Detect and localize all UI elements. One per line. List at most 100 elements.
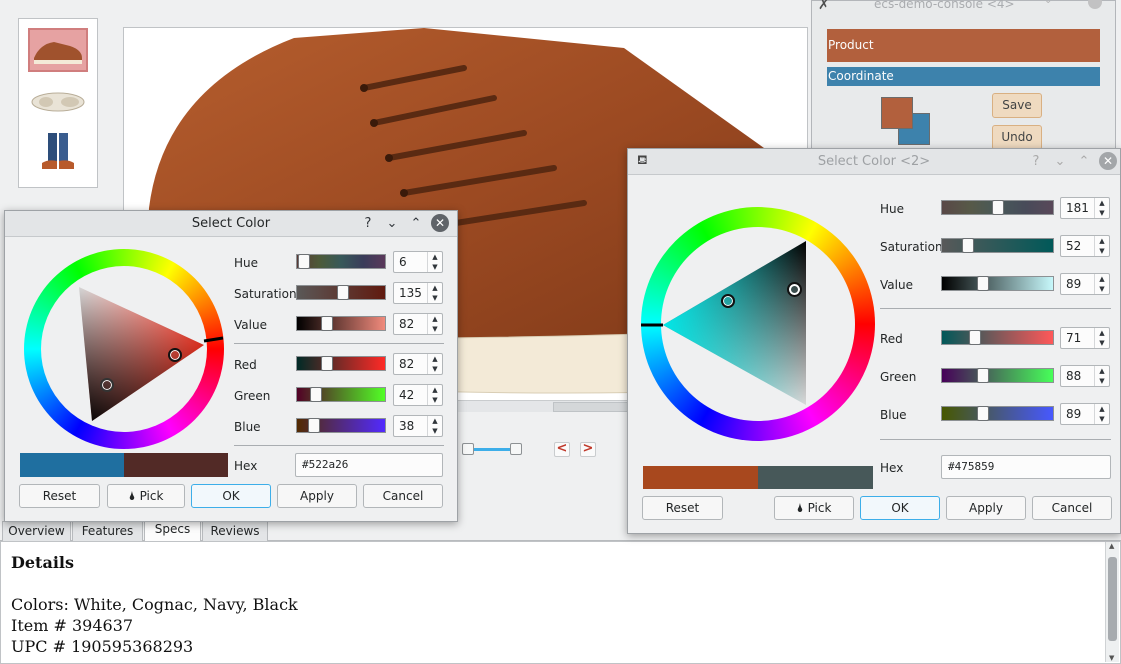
product-color-bar[interactable]: Product — [827, 29, 1100, 62]
help-icon[interactable]: ? — [1027, 153, 1045, 171]
old-color-marker — [787, 282, 802, 297]
maximize-icon[interactable]: ⌃ — [407, 215, 425, 233]
new-color-swatch — [758, 466, 873, 489]
hue-label: Hue — [880, 202, 905, 216]
close-icon[interactable]: ✕ — [431, 214, 449, 232]
blue-label: Blue — [234, 420, 261, 434]
close-icon[interactable] — [1088, 0, 1102, 9]
hue-slider[interactable] — [296, 254, 386, 269]
dialog1-titlebar: Select Color ? ⌄ ⌃ ✕ — [5, 211, 457, 237]
blue-spinbox[interactable]: 38 ▲ ▼ — [393, 415, 443, 437]
value-label: Value — [234, 318, 267, 332]
zoom-range-slider[interactable] — [460, 443, 526, 457]
color-marker[interactable] — [721, 294, 735, 308]
details-heading: Details — [11, 553, 74, 572]
green-slider[interactable] — [296, 387, 386, 402]
details-colors: Colors: White, Cognac, Navy, Black — [11, 595, 298, 614]
pick-button[interactable]: 🌢 Pick — [107, 484, 185, 508]
details-vertical-scrollbar[interactable]: ▲ ▼ — [1105, 542, 1119, 662]
product-swatch[interactable] — [881, 97, 913, 129]
hex-input[interactable]: #475859 — [941, 455, 1111, 479]
hue-spinbox[interactable]: 6 ▲ ▼ — [393, 251, 443, 273]
dialog2-titlebar: ⛾ Select Color <2> ? ⌄ ⌃ ✕ — [628, 149, 1120, 175]
ok-button[interactable]: OK — [860, 496, 940, 520]
blue-slider[interactable] — [941, 406, 1054, 421]
hue-ring[interactable] — [24, 249, 224, 449]
blue-label: Blue — [880, 408, 907, 422]
details-panel: Details Colors: White, Cognac, Navy, Bla… — [0, 541, 1121, 664]
details-upc: UPC # 190595368293 — [11, 637, 194, 656]
blue-spinbox[interactable]: 89 ▲ ▼ — [1060, 403, 1110, 425]
apply-button[interactable]: Apply — [277, 484, 357, 508]
help-icon[interactable]: ? — [359, 215, 377, 233]
blue-slider[interactable] — [296, 418, 386, 433]
value-spinbox[interactable]: 82 ▲ ▼ — [393, 313, 443, 335]
saturation-label: Saturation — [880, 240, 943, 254]
hue-slider[interactable] — [941, 200, 1054, 215]
hue-spinbox[interactable]: 181 ▲ ▼ — [1060, 197, 1110, 219]
value-slider[interactable] — [941, 276, 1054, 291]
green-slider[interactable] — [941, 368, 1054, 383]
cancel-button[interactable]: Cancel — [1032, 496, 1112, 520]
saturation-spinbox[interactable]: 135 ▲ ▼ — [393, 282, 443, 304]
red-label: Red — [880, 332, 903, 346]
eyedropper-icon: 🌢 — [128, 489, 136, 503]
red-spinbox[interactable]: 82 ▲ ▼ — [393, 353, 443, 375]
sv-triangle[interactable] — [24, 249, 224, 449]
apply-button[interactable]: Apply — [946, 496, 1026, 520]
tab-features[interactable]: Features — [72, 521, 143, 541]
thumbnail-list — [18, 18, 98, 188]
green-spinbox[interactable]: 88 ▲ ▼ — [1060, 365, 1110, 387]
value-spinbox[interactable]: 89 ▲ ▼ — [1060, 273, 1110, 295]
tab-specs[interactable]: Specs — [144, 519, 201, 541]
value-slider[interactable] — [296, 316, 386, 331]
sv-triangle[interactable] — [641, 207, 875, 441]
dialog2-title: Select Color <2> — [817, 154, 931, 169]
app-icon: ✗ — [818, 0, 830, 13]
saturation-slider[interactable] — [296, 285, 386, 300]
ok-button[interactable]: OK — [191, 484, 271, 508]
new-color-swatch — [124, 453, 228, 477]
saturation-label: Saturation — [234, 287, 297, 301]
old-color-swatch — [20, 453, 124, 477]
thumbnail-shoe-sole[interactable] — [28, 80, 88, 124]
thumbnail-shoe-side[interactable] — [28, 28, 88, 72]
old-color-swatch — [643, 466, 758, 489]
saturation-slider[interactable] — [941, 238, 1054, 253]
range-min-handle[interactable] — [462, 443, 474, 455]
hue-ring[interactable] — [641, 207, 875, 441]
red-slider[interactable] — [296, 356, 386, 371]
save-button[interactable]: Save — [992, 93, 1042, 118]
prev-image-button[interactable]: < — [554, 442, 570, 457]
green-spinbox[interactable]: 42 ▲ ▼ — [393, 384, 443, 406]
hex-label: Hex — [880, 461, 904, 475]
saturation-spinbox[interactable]: 52 ▲ ▼ — [1060, 235, 1110, 257]
red-label: Red — [234, 358, 257, 372]
color-marker[interactable] — [168, 348, 182, 362]
thumbnail-shoe-worn[interactable] — [28, 131, 88, 175]
red-slider[interactable] — [941, 330, 1054, 345]
maximize-icon[interactable]: ⌃ — [1075, 153, 1093, 171]
cancel-button[interactable]: Cancel — [363, 484, 443, 508]
green-label: Green — [234, 389, 271, 403]
minimize-icon[interactable]: ⌄ — [1044, 0, 1052, 6]
reset-button[interactable]: Reset — [642, 496, 723, 520]
next-image-button[interactable]: > — [580, 442, 596, 457]
reset-button[interactable]: Reset — [19, 484, 100, 508]
red-spinbox[interactable]: 71 ▲ ▼ — [1060, 327, 1110, 349]
tab-overview[interactable]: Overview — [2, 521, 71, 541]
maximize-icon[interactable]: ⌃ — [1066, 0, 1074, 6]
old-color-marker — [100, 378, 114, 392]
close-icon[interactable]: ✕ — [1099, 152, 1117, 170]
undo-button[interactable]: Undo — [992, 125, 1042, 150]
hex-input[interactable]: #522a26 — [295, 453, 443, 477]
pick-button[interactable]: 🌢 Pick — [774, 496, 854, 520]
select-color-dialog-1: Select Color ? ⌄ ⌃ ✕ Hue 6 ▲ ▼ Saturation … — [4, 210, 458, 522]
hue-label: Hue — [234, 256, 259, 270]
coordinate-color-bar[interactable]: Coordinate — [827, 67, 1100, 86]
range-max-handle[interactable] — [510, 443, 522, 455]
minimize-icon[interactable]: ⌄ — [383, 215, 401, 233]
tab-reviews[interactable]: Reviews — [202, 521, 268, 541]
eyedropper-icon: 🌢 — [796, 501, 804, 515]
minimize-icon[interactable]: ⌄ — [1051, 153, 1069, 171]
